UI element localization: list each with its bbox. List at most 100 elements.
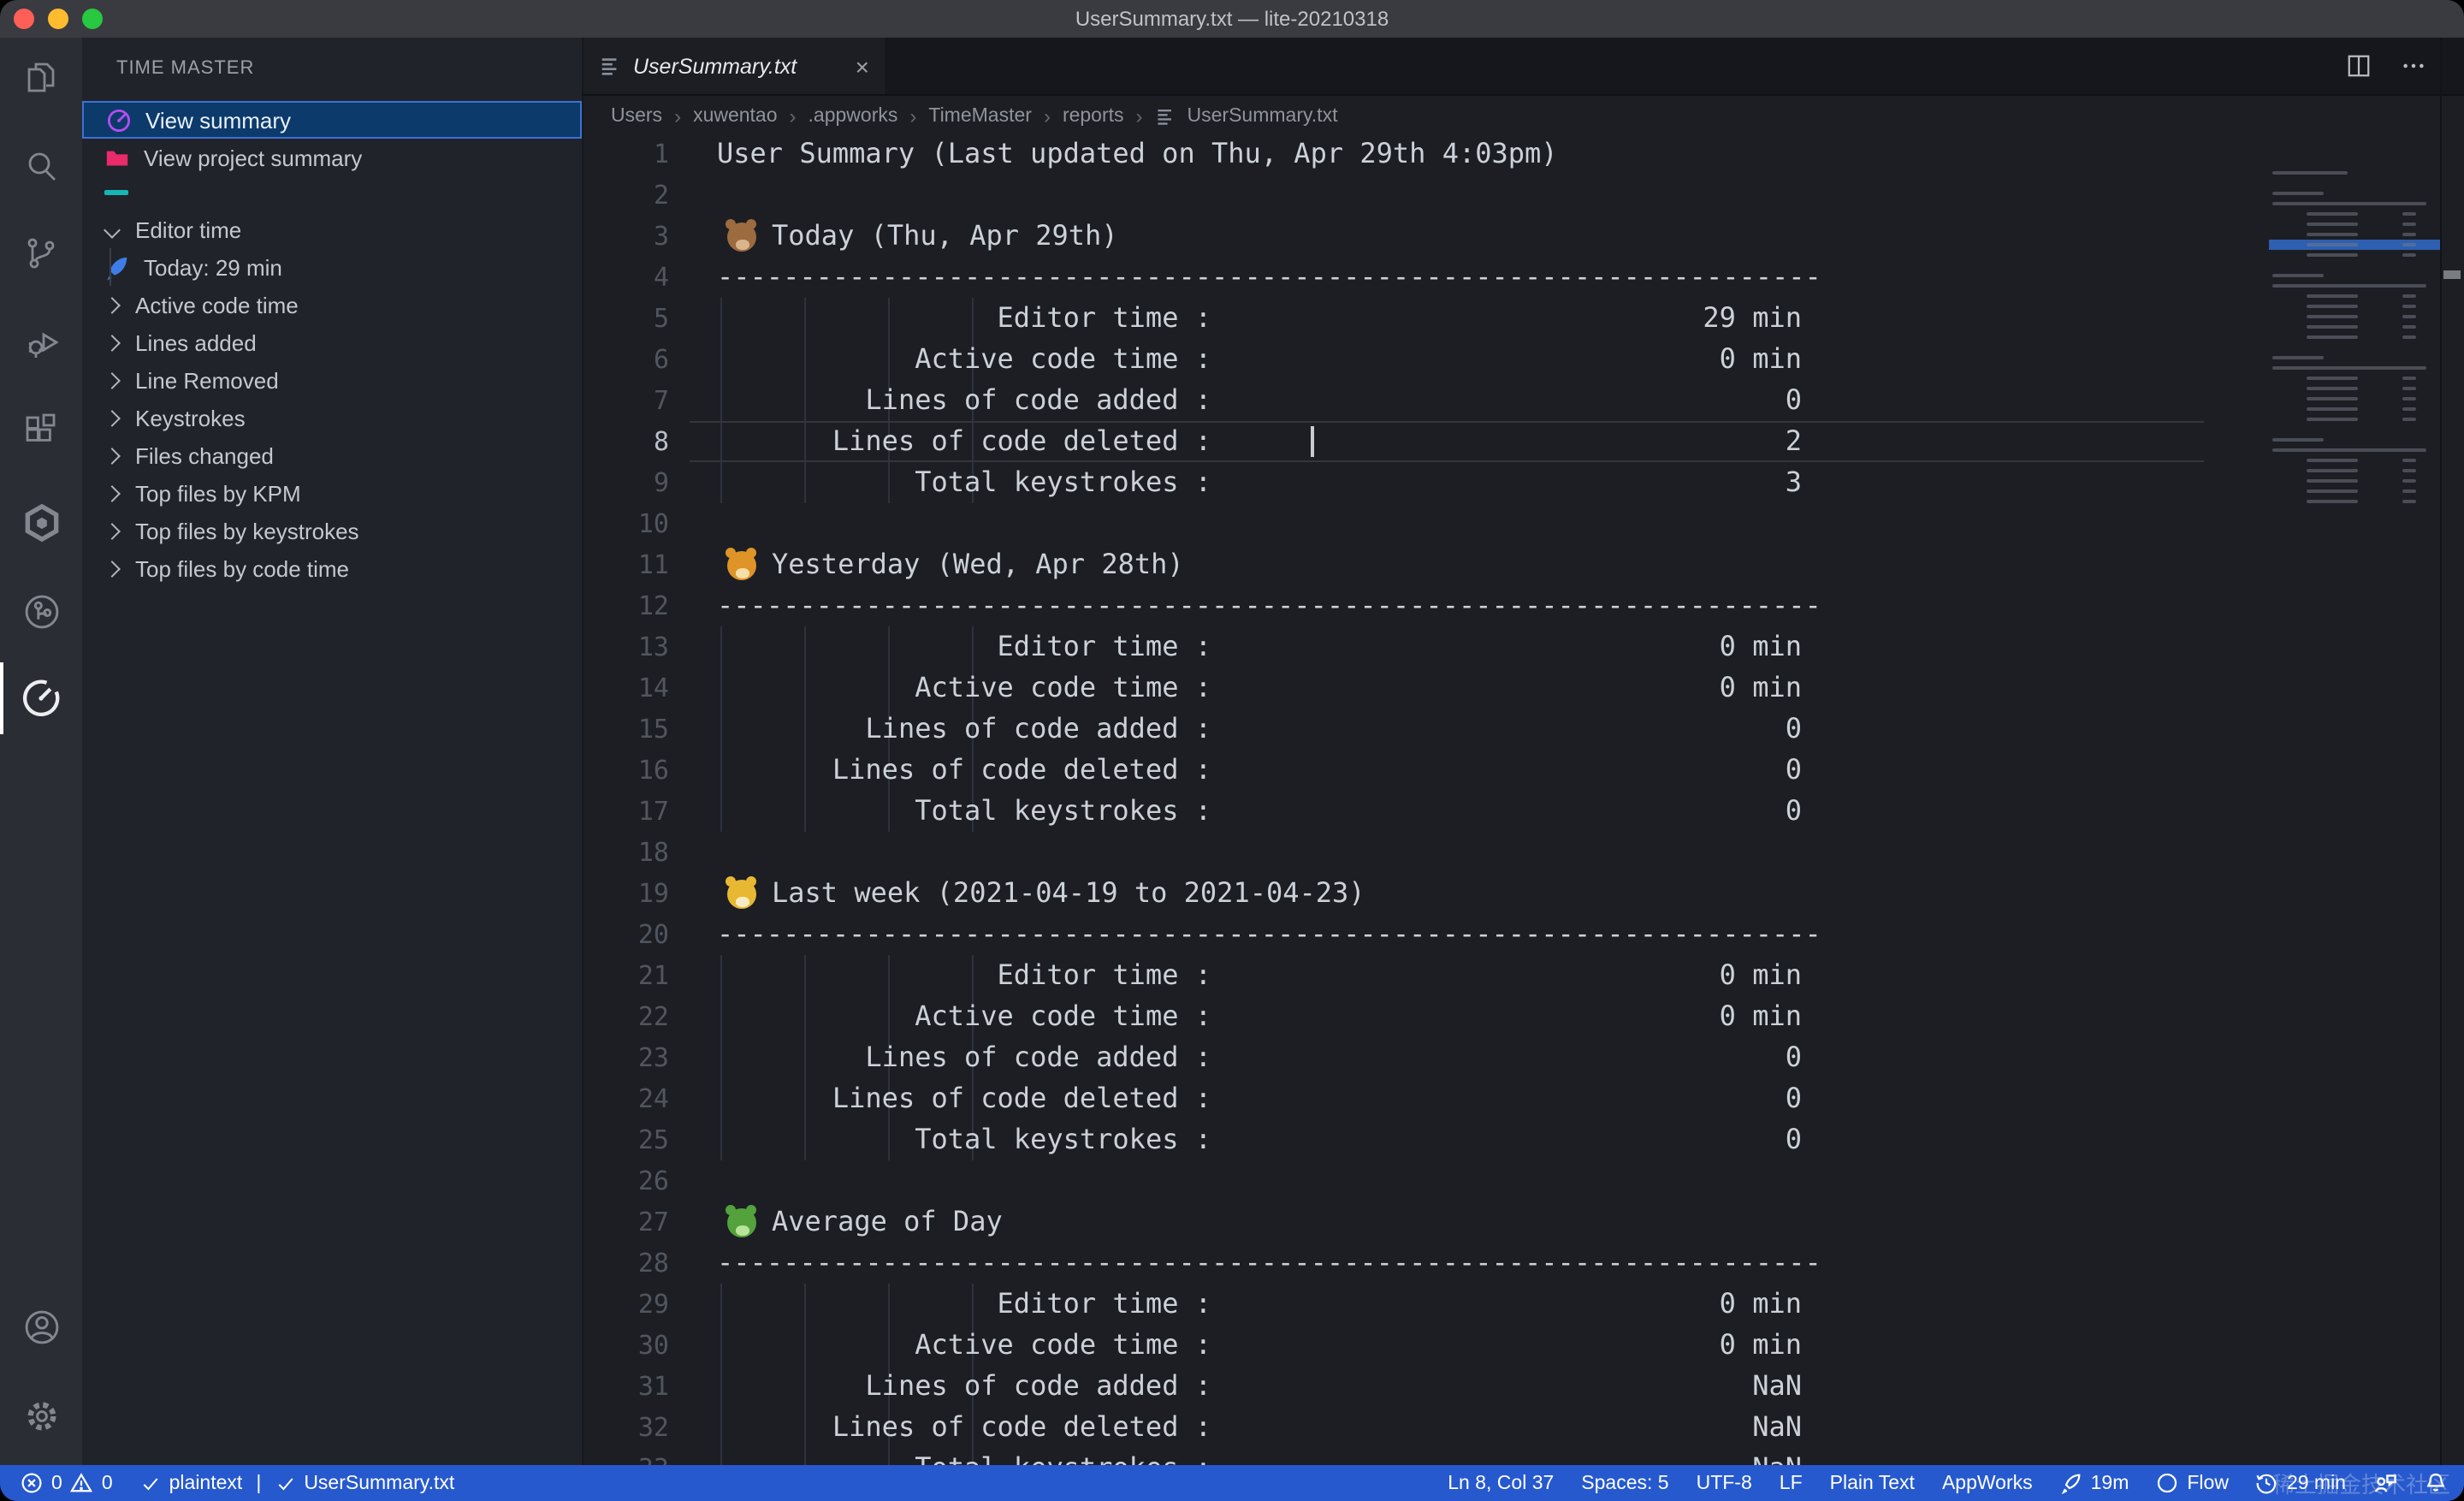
appworks-icon[interactable] xyxy=(17,498,65,546)
rocket-icon xyxy=(103,253,130,281)
window-title: UserSummary.txt — lite-20210318 xyxy=(1075,7,1389,31)
settings-gear-icon[interactable] xyxy=(17,1391,65,1439)
sidebar-item-view-project-summary[interactable]: View project summary xyxy=(82,139,582,176)
eol-sequence[interactable]: LF xyxy=(1780,1473,1803,1493)
text-cursor xyxy=(1311,426,1313,457)
appworks-status[interactable]: AppWorks xyxy=(1942,1473,2033,1493)
editor-line-8[interactable]: 8Lines of code deleted :2 xyxy=(583,421,2464,462)
source-control-icon[interactable] xyxy=(17,229,65,277)
account-icon[interactable] xyxy=(17,1302,65,1350)
close-tab-icon[interactable]: × xyxy=(856,54,869,78)
search-icon[interactable] xyxy=(17,142,65,190)
editor-lines[interactable]: 1User Summary (Last updated on Thu, Apr … xyxy=(583,133,2464,1465)
feedback-button[interactable] xyxy=(2373,1471,2397,1495)
editor-line-33[interactable]: 33Total keystrokes :NaN xyxy=(583,1448,2464,1465)
editor-line-23[interactable]: 23Lines of code added :0 xyxy=(583,1037,2464,1078)
notifications-button[interactable] xyxy=(2425,1472,2447,1494)
tree-item-active-code-time[interactable]: Active code time xyxy=(82,286,582,323)
editor-line-18[interactable]: 18 xyxy=(583,832,2464,873)
file-lines-icon xyxy=(599,55,621,77)
breadcrumb-item[interactable]: .appworks xyxy=(808,105,898,126)
breadcrumb-item[interactable]: xuwentao xyxy=(693,105,777,126)
editor-line-4[interactable]: 4---------------------------------------… xyxy=(583,257,2464,298)
editor-line-1[interactable]: 1User Summary (Last updated on Thu, Apr … xyxy=(583,133,2464,175)
editor-line-9[interactable]: 9Total keystrokes :3 xyxy=(583,462,2464,503)
cursor-position[interactable]: Ln 8, Col 37 xyxy=(1448,1473,1554,1493)
git-lens-icon[interactable] xyxy=(17,587,65,635)
editor-line-26[interactable]: 26 xyxy=(583,1160,2464,1201)
active-code-time-status[interactable]: 19m xyxy=(2060,1472,2129,1494)
minimap[interactable] xyxy=(2269,168,2440,507)
tree-item-top-files-code-time[interactable]: Top files by code time xyxy=(82,549,582,587)
editor-line-17[interactable]: 17Total keystrokes :0 xyxy=(583,791,2464,832)
breadcrumb-item[interactable]: Users xyxy=(611,105,662,126)
time-master-icon[interactable] xyxy=(17,674,65,722)
tree-item-files-changed[interactable]: Files changed xyxy=(82,436,582,474)
tree-item-today[interactable]: Today: 29 min xyxy=(82,248,582,286)
editor-line-32[interactable]: 32Lines of code deleted :NaN xyxy=(583,1407,2464,1448)
warning-icon xyxy=(71,1472,93,1494)
tree-item-editor-time[interactable]: Editor time xyxy=(82,211,582,248)
editor-line-24[interactable]: 24Lines of code deleted :0 xyxy=(583,1078,2464,1119)
editor-line-3[interactable]: 3Today (Thu, Apr 29th) xyxy=(583,216,2464,257)
time-master-status[interactable]: plaintext | UserSummary.txt xyxy=(140,1473,455,1493)
extensions-icon[interactable] xyxy=(17,407,65,455)
tree-item-label: Top files by KPM xyxy=(135,480,301,506)
tree-item-top-files-keystrokes[interactable]: Top files by keystrokes xyxy=(82,512,582,549)
encoding[interactable]: UTF-8 xyxy=(1697,1473,1752,1493)
problems-indicator[interactable]: 0 0 xyxy=(21,1472,113,1494)
editor-line-22[interactable]: 22Active code time :0 min xyxy=(583,996,2464,1037)
editor-line-5[interactable]: 5Editor time :29 min xyxy=(583,298,2464,339)
editor-line-12[interactable]: 12--------------------------------------… xyxy=(583,585,2464,626)
editor-line-20[interactable]: 20--------------------------------------… xyxy=(583,914,2464,955)
tree-item-label: Line Removed xyxy=(135,367,279,393)
breadcrumb-item[interactable]: TimeMaster xyxy=(928,105,1032,126)
overview-cursor-marker xyxy=(2443,270,2461,279)
indentation[interactable]: Spaces: 5 xyxy=(1581,1473,1668,1493)
editor-line-14[interactable]: 14Active code time :0 min xyxy=(583,667,2464,709)
run-debug-icon[interactable] xyxy=(17,318,65,366)
editor-line-28[interactable]: 28--------------------------------------… xyxy=(583,1243,2464,1284)
breadcrumb-separator: › xyxy=(1136,104,1143,128)
bell-icon xyxy=(2425,1472,2447,1494)
chevron-right-icon xyxy=(104,334,121,351)
editor-line-13[interactable]: 13Editor time :0 min xyxy=(583,626,2464,667)
breadcrumb-item-file[interactable]: UserSummary.txt xyxy=(1188,105,1338,126)
minimize-window-button[interactable] xyxy=(48,9,68,29)
code-time-status[interactable]: 29 min xyxy=(2256,1472,2346,1494)
editor-line-31[interactable]: 31Lines of code added :NaN xyxy=(583,1366,2464,1407)
breadcrumb-item[interactable]: reports xyxy=(1063,105,1124,126)
activity-bar xyxy=(0,38,82,1465)
editor-line-30[interactable]: 30Active code time :0 min xyxy=(583,1325,2464,1366)
editor-line-19[interactable]: 19Last week (2021-04-19 to 2021-04-23) xyxy=(583,873,2464,914)
zoom-window-button[interactable] xyxy=(82,9,103,29)
editor-line-7[interactable]: 7Lines of code added :0 xyxy=(583,380,2464,421)
sidebar-item-view-summary[interactable]: View summary xyxy=(82,101,582,139)
editor-line-15[interactable]: 15Lines of code added :0 xyxy=(583,709,2464,750)
split-editor-icon[interactable] xyxy=(2346,53,2372,79)
tree-item-line-removed[interactable]: Line Removed xyxy=(82,361,582,399)
editor-line-25[interactable]: 25Total keystrokes :0 xyxy=(583,1119,2464,1160)
tree-item-keystrokes[interactable]: Keystrokes xyxy=(82,399,582,436)
editor-line-16[interactable]: 16Lines of code deleted :0 xyxy=(583,750,2464,791)
explorer-icon[interactable] xyxy=(17,53,65,101)
sidebar-divider-item xyxy=(82,176,582,214)
editor-line-29[interactable]: 29Editor time :0 min xyxy=(583,1284,2464,1325)
language-mode[interactable]: Plain Text xyxy=(1830,1473,1915,1493)
flow-mode-status[interactable]: Flow xyxy=(2156,1472,2229,1494)
more-actions-icon[interactable] xyxy=(2401,53,2426,79)
close-window-button[interactable] xyxy=(14,9,34,29)
chevron-right-icon xyxy=(104,447,121,464)
editor-line-2[interactable]: 2 xyxy=(583,175,2464,216)
tab-usersummary[interactable]: UserSummary.txt × xyxy=(583,38,885,94)
vscode-window: UserSummary.txt — lite-20210318 xyxy=(0,0,2464,1501)
editor-line-6[interactable]: 6Active code time :0 min xyxy=(583,339,2464,380)
tree-item-lines-added[interactable]: Lines added xyxy=(82,323,582,361)
editor-line-11[interactable]: 11Yesterday (Wed, Apr 28th) xyxy=(583,544,2464,585)
tree-item-label: Lines added xyxy=(135,329,257,355)
tab-label: UserSummary.txt xyxy=(633,54,797,78)
editor-line-10[interactable]: 10 xyxy=(583,503,2464,544)
editor-line-27[interactable]: 27Average of Day xyxy=(583,1201,2464,1243)
editor-line-21[interactable]: 21Editor time :0 min xyxy=(583,955,2464,996)
tree-item-top-files-kpm[interactable]: Top files by KPM xyxy=(82,474,582,512)
